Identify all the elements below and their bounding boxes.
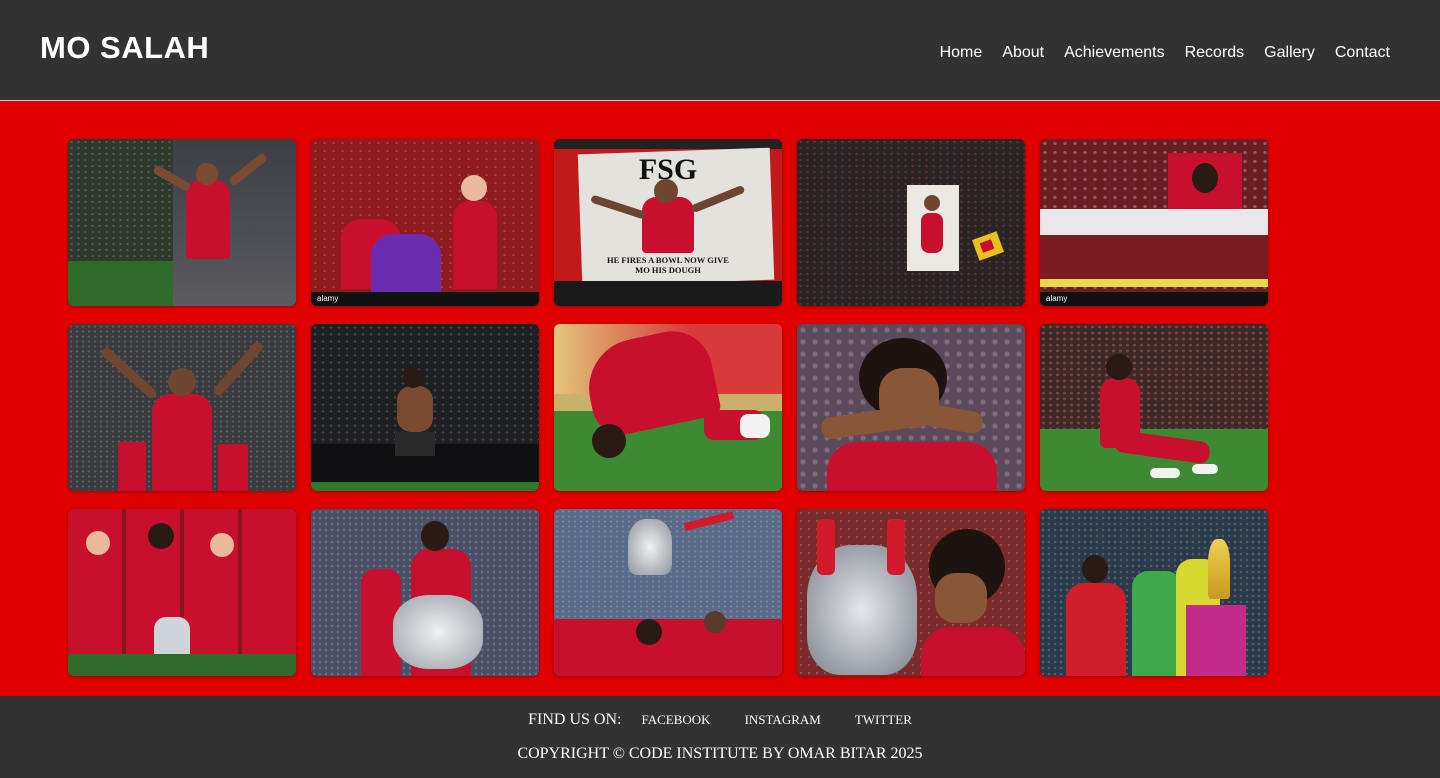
gallery-image-closeup-celebration[interactable]: [797, 324, 1025, 491]
photo-gallery: alamy FSG HE FIRES A BOWL NOW GIVE MO HI…: [68, 139, 1268, 676]
gallery-image-kissing-trophy[interactable]: [797, 509, 1025, 676]
gallery-image-arms-raised-celebration[interactable]: [68, 324, 296, 491]
nav-contact-link[interactable]: Contact: [1335, 44, 1390, 62]
gallery-image-fans-crowd-selfie[interactable]: alamy: [311, 139, 539, 306]
nav-about-link[interactable]: About: [1002, 44, 1044, 62]
gallery-image-fsg-banner[interactable]: FSG HE FIRES A BOWL NOW GIVE MO HIS DOUG…: [554, 139, 782, 306]
stock-watermark: alamy: [317, 294, 339, 303]
gallery-image-sujood-prayer[interactable]: [554, 324, 782, 491]
gallery-image-afcon-final[interactable]: [1040, 509, 1268, 676]
find-us-label: FIND US ON:: [528, 711, 622, 728]
site-footer: FIND US ON: FACEBOOK INSTAGRAM TWITTER C…: [0, 696, 1440, 778]
gallery-image-stands-flag-portrait[interactable]: alamy: [1040, 139, 1268, 306]
nav-records-link[interactable]: Records: [1185, 44, 1245, 62]
gallery-image-celebrating-with-fans[interactable]: [68, 139, 296, 306]
site-logo[interactable]: MO SALAH: [40, 30, 209, 66]
gallery-image-shirtless-celebration[interactable]: [311, 324, 539, 491]
stock-watermark: alamy: [1046, 294, 1068, 303]
facebook-link[interactable]: FACEBOOK: [641, 712, 710, 728]
twitter-link[interactable]: TWITTER: [855, 712, 912, 728]
gallery-image-community-shield[interactable]: [311, 509, 539, 676]
copyright-notice: COPYRIGHT © CODE INSTITUTE BY OMAR BITAR…: [517, 745, 923, 762]
gallery-image-kop-banner-flag[interactable]: [797, 139, 1025, 306]
gallery-image-champions-league-lift[interactable]: [554, 509, 782, 676]
main-nav: Home About Achievements Records Gallery …: [940, 44, 1390, 62]
nav-gallery-link[interactable]: Gallery: [1264, 44, 1315, 62]
gallery-image-sitting-on-pitch[interactable]: [1040, 324, 1268, 491]
nav-home-link[interactable]: Home: [940, 44, 983, 62]
nav-achievements-link[interactable]: Achievements: [1064, 44, 1165, 62]
social-links: FIND US ON: FACEBOOK INSTAGRAM TWITTER: [0, 711, 1440, 729]
site-header: MO SALAH Home About Achievements Records…: [0, 0, 1440, 101]
instagram-link[interactable]: INSTAGRAM: [745, 712, 821, 728]
banner-caption: HE FIRES A BOWL NOW GIVE MO HIS DOUGH: [607, 255, 729, 275]
gallery-image-premier-league-trophy[interactable]: [68, 509, 296, 676]
